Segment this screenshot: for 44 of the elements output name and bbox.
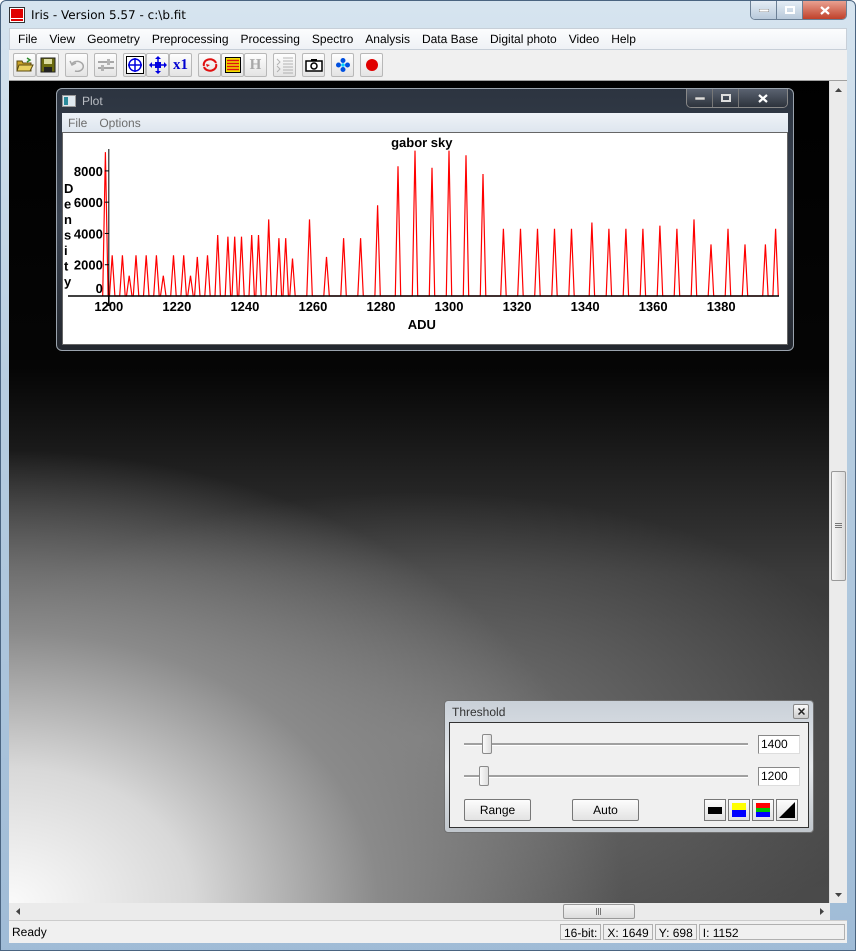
- x-tick-label: 1220: [162, 299, 192, 314]
- value-field[interactable]: 1200: [758, 766, 800, 786]
- x-tick-label: 1300: [434, 299, 464, 314]
- toolbar-text-button[interactable]: x1: [169, 53, 192, 77]
- menu-item[interactable]: Processing: [234, 32, 306, 46]
- y-tick-label: 8000: [74, 164, 103, 179]
- menu-item[interactable]: Geometry: [81, 32, 146, 46]
- x-tick-label: 1240: [230, 299, 260, 314]
- action-button[interactable]: Auto: [572, 799, 639, 821]
- y-tick-label: 2000: [74, 258, 103, 273]
- x-tick-label: 1380: [706, 299, 736, 314]
- status-pane: 16-bit:: [560, 924, 602, 940]
- menu-item[interactable]: Preprocessing: [146, 32, 235, 46]
- y-axis-label: Density: [64, 181, 74, 289]
- x-tick-label: 1280: [366, 299, 396, 314]
- menu-item[interactable]: Help: [605, 32, 642, 46]
- menu-item[interactable]: Video: [562, 32, 606, 46]
- y-tick-label: 0: [96, 281, 103, 296]
- menu-item[interactable]: File: [62, 116, 94, 130]
- window-title: Iris - Version 5.57 - c:\b.fit: [31, 8, 186, 22]
- chart-title: gabor sky: [391, 135, 452, 150]
- value-field[interactable]: 1400: [758, 734, 800, 754]
- status-pane: Y: 698: [654, 924, 697, 940]
- menu-item[interactable]: Digital photo: [484, 32, 563, 46]
- y-tick-label: 6000: [74, 195, 103, 210]
- status-pane: X: 1649: [603, 924, 653, 940]
- y-tick-label: 4000: [74, 226, 103, 242]
- menu-item[interactable]: Data Base: [416, 32, 484, 46]
- menu-item[interactable]: Spectro: [306, 32, 360, 46]
- action-button[interactable]: Range: [464, 799, 531, 821]
- x-tick-label: 1320: [502, 299, 532, 314]
- status-text: Ready: [11, 925, 48, 939]
- status-pane: I: 1152: [698, 924, 845, 940]
- x-tick-label: 1340: [570, 299, 600, 314]
- menu-item[interactable]: View: [43, 32, 82, 46]
- window-title: Threshold: [452, 704, 506, 718]
- menu-item[interactable]: Options: [93, 116, 147, 130]
- x-tick-label: 1200: [94, 299, 124, 314]
- menu-item[interactable]: Analysis: [359, 32, 416, 46]
- x-axis-label: ADU: [408, 317, 436, 332]
- x-tick-label: 1260: [298, 299, 328, 314]
- menu-item[interactable]: File: [12, 32, 44, 46]
- window-title: Plot: [82, 94, 103, 108]
- x-tick-label: 1360: [638, 299, 668, 314]
